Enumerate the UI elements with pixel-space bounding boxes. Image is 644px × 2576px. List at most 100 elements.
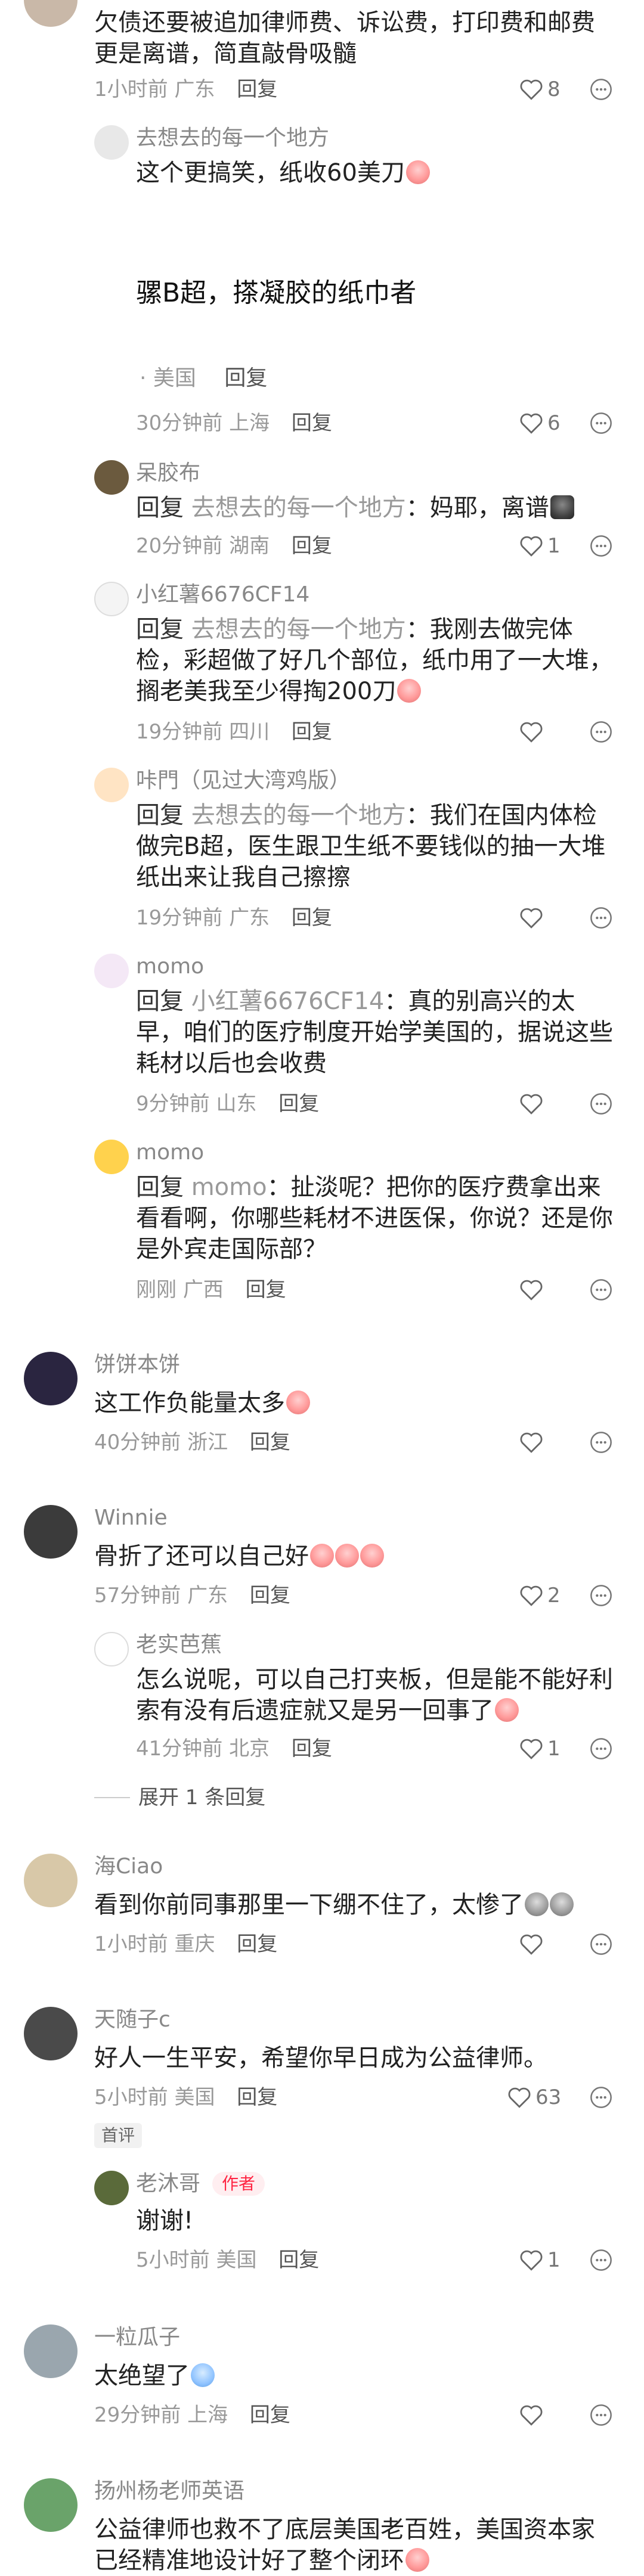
avatar[interactable] (94, 954, 129, 988)
commenter-name[interactable]: 海Ciao (94, 1854, 163, 1880)
avatar[interactable] (94, 460, 129, 495)
more-options-icon[interactable] (589, 534, 613, 558)
like-button[interactable] (519, 719, 544, 745)
expand-replies-button[interactable]: 展开 1 条回复 (94, 1784, 265, 1811)
heart-outline-icon (520, 2405, 543, 2426)
image-reply-button[interactable]: 回复 (224, 366, 267, 390)
avatar[interactable] (24, 1854, 78, 1907)
commenter-name[interactable]: 呆胶布 (136, 460, 200, 486)
reply-target[interactable]: 去想去的每一个地方 (191, 802, 406, 829)
comment-region: 重庆 (174, 1932, 215, 1956)
like-button[interactable]: 63 (507, 2084, 561, 2111)
commenter-name[interactable]: Winnie (94, 1505, 168, 1531)
reply-target[interactable]: 去想去的每一个地方 (191, 616, 406, 643)
commenter-name[interactable]: 老实芭蕉 (136, 1632, 222, 1658)
avatar[interactable] (94, 1140, 129, 1174)
comment-meta: 30分钟前 上海 回复 (136, 410, 332, 436)
comment-body: 这个更搞笑，纸收60美刀 (136, 159, 405, 187)
commenter-name[interactable]: 小红薯6676CF14 (136, 582, 309, 608)
like-button[interactable] (519, 1931, 544, 1957)
heart-outline-icon (520, 1739, 543, 1759)
commenter-name[interactable]: 老沐哥 作者 (136, 2171, 265, 2197)
like-button[interactable] (519, 905, 544, 931)
commenter-name[interactable]: 一粒瓜子 (94, 2324, 180, 2351)
comment-meta: 29分钟前 上海 回复 (94, 2402, 290, 2428)
reply-button[interactable]: 回复 (237, 1932, 277, 1956)
more-options-icon[interactable] (589, 1092, 613, 1116)
more-options-icon[interactable] (589, 411, 613, 435)
reply-button[interactable]: 回复 (250, 2403, 290, 2427)
reply-button[interactable]: 回复 (278, 2248, 319, 2272)
avatar[interactable] (94, 1632, 129, 1666)
reply-button[interactable]: 回复 (292, 906, 332, 930)
more-options-icon[interactable] (589, 2403, 613, 2427)
like-count: 1 (547, 2248, 561, 2272)
reply-button[interactable]: 回复 (278, 1092, 319, 1116)
reply-button[interactable]: 回复 (292, 1737, 332, 1761)
comment-text: 太绝望了 (94, 2360, 607, 2391)
avatar[interactable] (94, 125, 129, 160)
reply-target[interactable]: 小红薯6676CF14 (191, 988, 385, 1015)
crying-emoji-icon (405, 2548, 429, 2572)
like-button[interactable] (519, 1429, 544, 1455)
commenter-name[interactable]: momo (136, 954, 204, 980)
like-button[interactable] (519, 1277, 544, 1303)
expand-label: 展开 1 条回复 (138, 1786, 266, 1810)
more-options-icon[interactable] (589, 1584, 613, 1607)
avatar[interactable] (24, 0, 78, 27)
avatar[interactable] (94, 582, 129, 616)
more-options-icon[interactable] (589, 77, 613, 101)
avatar[interactable] (24, 1352, 78, 1405)
like-button[interactable]: 1 (519, 533, 561, 559)
reply-button[interactable]: 回复 (292, 720, 332, 744)
avatar[interactable] (24, 2324, 78, 2378)
reply-button[interactable]: 回复 (237, 77, 277, 101)
like-button[interactable] (519, 1091, 544, 1117)
more-options-icon[interactable] (589, 720, 613, 744)
more-options-icon[interactable] (589, 1737, 613, 1761)
commenter-name[interactable]: 去想去的每一个地方 (136, 125, 329, 151)
more-options-icon[interactable] (589, 1932, 613, 1956)
more-options-icon[interactable] (589, 2248, 613, 2272)
attached-image[interactable]: 骡B超，搽凝胶的纸巾者 · 美国 回复 (136, 250, 494, 390)
like-button[interactable]: 1 (519, 2247, 561, 2273)
reply-target[interactable]: 去想去的每一个地方 (191, 494, 406, 522)
comment-region: 广西 (182, 1278, 224, 1302)
reply-button[interactable]: 回复 (292, 411, 332, 435)
comment-text: 怎么说呢，可以自己打夹板，但是能不能好利索有没有后遗症就又是另一回事了 (136, 1664, 613, 1726)
reply-prefix: 回复 (136, 1174, 184, 1201)
reply-button[interactable]: 回复 (250, 1430, 290, 1454)
like-button[interactable]: 2 (519, 1582, 561, 1609)
commenter-name[interactable]: momo (136, 1140, 204, 1166)
reply-prefix: 回复 (136, 802, 184, 829)
crying-emoji-icon (286, 1391, 310, 1414)
like-count: 1 (547, 534, 561, 558)
comment-time: 19分钟前 (136, 906, 223, 930)
reply-target[interactable]: momo (191, 1174, 267, 1201)
avatar[interactable] (24, 2478, 78, 2532)
reply-button[interactable]: 回复 (292, 534, 332, 558)
more-options-icon[interactable] (589, 1278, 613, 1302)
reply-prefix: 回复 (136, 616, 184, 643)
reply-button[interactable]: 回复 (237, 2085, 277, 2109)
avatar[interactable] (94, 768, 129, 802)
avatar[interactable] (24, 1505, 78, 1559)
avatar[interactable] (94, 2171, 129, 2205)
commenter-name[interactable]: 咔門（见过大湾鸡版） (136, 768, 351, 794)
commenter-name[interactable]: 天随子c (94, 2007, 171, 2033)
like-button[interactable]: 8 (519, 76, 561, 103)
more-options-icon[interactable] (589, 1430, 613, 1454)
more-options-icon[interactable] (589, 2085, 613, 2109)
avatar[interactable] (24, 2007, 78, 2060)
like-button[interactable]: 6 (519, 410, 561, 436)
comment-meta: 41分钟前 北京 回复 (136, 1736, 332, 1762)
reply-button[interactable]: 回复 (246, 1278, 286, 1302)
like-count: 6 (547, 411, 561, 435)
more-options-icon[interactable] (589, 906, 613, 930)
like-button[interactable] (519, 2402, 544, 2428)
reply-button[interactable]: 回复 (250, 1584, 290, 1607)
commenter-name[interactable]: 饼饼本饼 (94, 1352, 180, 1378)
commenter-name[interactable]: 扬州杨老师英语 (94, 2478, 244, 2504)
like-button[interactable]: 1 (519, 1736, 561, 1762)
heart-outline-icon (520, 1934, 543, 1955)
